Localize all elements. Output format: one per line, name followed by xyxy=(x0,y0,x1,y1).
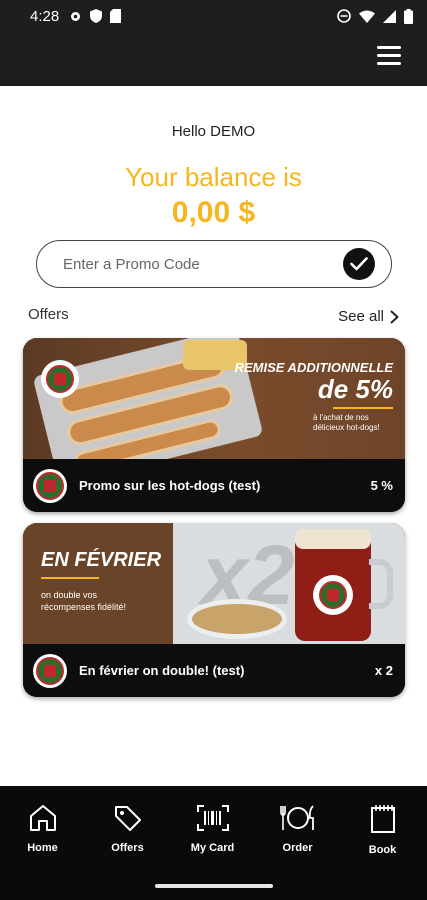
offer-footer: En février on double! (test) x 2 xyxy=(23,644,405,697)
settings-gear-icon xyxy=(71,11,81,21)
chevron-right-icon xyxy=(390,310,399,323)
nav-home-label: Home xyxy=(27,842,58,854)
nav-order-label: Order xyxy=(282,842,313,854)
submit-promo-button[interactable] xyxy=(343,248,375,280)
nav-book-label: Book xyxy=(368,844,397,856)
home-indicator[interactable] xyxy=(155,884,273,888)
beer-mug-illustration xyxy=(295,529,393,641)
offer-card-february[interactable]: x2 EN FÉVRIER on double vos récompenses … xyxy=(23,523,405,697)
home-icon xyxy=(29,805,56,831)
nav-order[interactable]: Order xyxy=(255,804,340,854)
status-time: 4:28 xyxy=(30,7,60,25)
balance-value: 0,00 $ xyxy=(171,196,256,229)
offer-card-hotdogs[interactable]: REMISE ADDITIONNELLE de 5% à l'achat de … xyxy=(23,338,405,512)
offer-title: Promo sur les hot-dogs (test) xyxy=(79,478,261,493)
app-bar xyxy=(0,32,427,86)
banner-headline: EN FÉVRIER xyxy=(41,549,162,571)
bottom-navigation: Home Offers My Card Order Book xyxy=(0,786,427,900)
nav-offers-label: Offers xyxy=(111,842,144,854)
shield-icon xyxy=(90,9,103,23)
promo-code-field xyxy=(36,240,392,288)
banner-subtext: à l'achat de nos délicieux hot-dogs! xyxy=(313,413,380,432)
status-bar: 4:28 xyxy=(0,0,427,32)
cell-signal-icon xyxy=(383,9,396,23)
banner-headline: REMISE ADDITIONNELLE xyxy=(234,360,393,375)
banner-discount: de 5% xyxy=(317,374,393,404)
battery-icon xyxy=(404,8,413,24)
hotdog-promo-banner: REMISE ADDITIONNELLE de 5% à l'achat de … xyxy=(235,360,393,433)
checkmark-icon xyxy=(350,257,368,271)
nav-book[interactable]: Book xyxy=(340,804,425,856)
hamburger-menu-icon[interactable] xyxy=(377,46,401,66)
offer-badge: 5 % xyxy=(370,478,393,493)
sim-card-icon xyxy=(110,9,122,23)
see-all-label: See all xyxy=(338,308,384,325)
do-not-disturb-icon xyxy=(337,9,351,23)
plate-cutlery-icon xyxy=(279,805,314,830)
offers-heading: Offers xyxy=(28,306,69,323)
brand-logo-small xyxy=(33,653,67,688)
balance-label: Your balance is xyxy=(125,162,302,192)
barcode-icon xyxy=(196,805,229,831)
offer-title: En février on double! (test) xyxy=(79,663,245,678)
banner-subtext: on double vos récompenses fidélité! xyxy=(41,590,127,612)
offer-image-february: x2 EN FÉVRIER on double vos récompenses … xyxy=(23,523,405,644)
nav-my-card-label: My Card xyxy=(190,842,235,854)
food-plate-illustration xyxy=(187,599,287,639)
wifi-icon xyxy=(359,10,375,23)
notebook-icon xyxy=(370,805,395,833)
offer-badge: x 2 xyxy=(374,663,393,678)
nav-offers[interactable]: Offers xyxy=(85,804,170,854)
brand-logo xyxy=(41,360,79,398)
offer-footer: Promo sur les hot-dogs (test) 5 % xyxy=(23,459,405,512)
see-all-link[interactable]: See all xyxy=(338,308,399,325)
tag-icon xyxy=(114,806,141,831)
promo-code-input[interactable] xyxy=(63,255,391,273)
nav-home[interactable]: Home xyxy=(0,804,85,854)
greeting-text: Hello DEMO xyxy=(171,123,256,140)
offer-image-hotdogs: REMISE ADDITIONNELLE de 5% à l'achat de … xyxy=(23,338,405,486)
nav-my-card[interactable]: My Card xyxy=(170,804,255,854)
brand-logo-small xyxy=(33,468,67,503)
